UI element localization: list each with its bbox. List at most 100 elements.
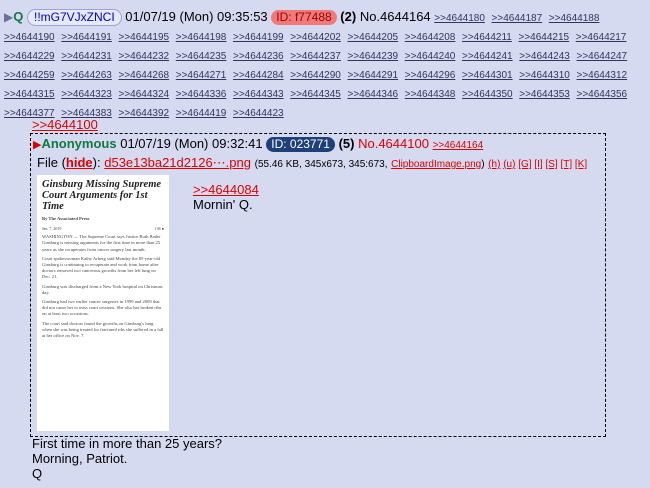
- share-icons: f ✉ ●: [154, 226, 164, 232]
- backlink[interactable]: >>4644240: [405, 51, 456, 62]
- post-signature: Q: [32, 466, 43, 481]
- article-paragraph: Court spokeswoman Kathy Arberg said Mond…: [42, 255, 161, 280]
- file-thumbnail[interactable]: Ginsburg Missing Supreme Court Arguments…: [37, 175, 169, 431]
- file-tools: (h) (u) [G] [I] [S] [T] [K]: [488, 159, 587, 170]
- reply-count: (5): [338, 136, 355, 151]
- backlink[interactable]: >>4644190: [4, 32, 55, 43]
- reply-count: (2): [340, 9, 357, 24]
- post-number[interactable]: No.4644164: [360, 9, 431, 24]
- original-filename-link[interactable]: ClipboardImage.png: [391, 159, 481, 170]
- poster-name: Anonymous: [41, 136, 117, 151]
- file-tool-link[interactable]: [S]: [545, 159, 557, 170]
- backlink[interactable]: >>4644241: [462, 51, 513, 62]
- post-number[interactable]: No.4644100: [358, 136, 429, 151]
- file-tool-link[interactable]: (h): [488, 159, 500, 170]
- backlink[interactable]: >>4644231: [61, 51, 112, 62]
- quoted-post-text: Mornin' Q.: [193, 197, 253, 212]
- tripcode-badge[interactable]: !!mG7VJxZNCI: [26, 9, 122, 26]
- backlink[interactable]: >>4644232: [119, 51, 170, 62]
- backlink[interactable]: >>4644423: [233, 108, 284, 119]
- backlink[interactable]: >>4644356: [577, 89, 628, 100]
- backlink[interactable]: >>4644323: [61, 89, 112, 100]
- backlink[interactable]: >>4644237: [290, 51, 341, 62]
- backlink[interactable]: >>4644284: [233, 70, 284, 81]
- article-date: Jan. 7, 2019: [42, 226, 62, 232]
- backlink[interactable]: >>4644348: [405, 89, 456, 100]
- file-tool-link[interactable]: [G]: [518, 159, 531, 170]
- poster-name: Q: [13, 9, 24, 24]
- article-paragraph: The court said doctors found the growths…: [42, 320, 164, 339]
- backlink[interactable]: >>4644205: [348, 32, 399, 43]
- backlink[interactable]: >>4644239: [348, 51, 399, 62]
- backlink[interactable]: >>4644291: [348, 70, 399, 81]
- file-meta: (55.46 KB, 345x673, 345:673,: [254, 159, 388, 170]
- backlink[interactable]: >>4644263: [61, 70, 112, 81]
- file-tool-link[interactable]: [T]: [560, 159, 572, 170]
- backlink[interactable]: >>4644211: [462, 32, 512, 43]
- backlink[interactable]: >>4644310: [519, 70, 570, 81]
- backlink[interactable]: >>4644217: [576, 32, 627, 43]
- article-paragraph: Ginsburg had two earlier cancer surgerie…: [42, 299, 162, 317]
- backlink[interactable]: >>4644202: [290, 32, 341, 43]
- backlink[interactable]: >>4644345: [290, 89, 341, 100]
- post-menu-arrow-icon[interactable]: ▶: [4, 10, 13, 24]
- backlink[interactable]: >>4644198: [176, 32, 227, 43]
- post-datetime: 01/07/19 (Mon) 09:35:53: [125, 9, 268, 24]
- reply-link[interactable]: >>4644084: [193, 182, 259, 197]
- article-byline: By The Associated Press: [42, 216, 90, 221]
- backlink[interactable]: >>4644290: [290, 70, 341, 81]
- backlink[interactable]: >>4644336: [176, 89, 227, 100]
- backlink[interactable]: >>4644191: [61, 32, 112, 43]
- post-body: First time in more than 25 years? Mornin…: [32, 436, 222, 481]
- quoted-post-body: >>4644084 Mornin' Q.: [193, 182, 259, 212]
- backlink[interactable]: >>4644247: [577, 51, 628, 62]
- backlink[interactable]: >>4644229: [4, 51, 55, 62]
- backlink[interactable]: >>4644215: [519, 32, 570, 43]
- backlink[interactable]: >>4644343: [233, 89, 284, 100]
- file-tool-link[interactable]: (u): [503, 159, 515, 170]
- backlink[interactable]: >>4644324: [119, 89, 170, 100]
- quoted-post-header: ▶Anonymous 01/07/19 (Mon) 09:32:41 ID: 0…: [33, 136, 486, 152]
- article-paragraph: Ginsburg was discharged from a New York …: [42, 283, 163, 295]
- post-body-line: Morning, Patriot.: [32, 451, 128, 466]
- backlink[interactable]: >>4644419: [176, 108, 227, 119]
- article-meta: Jan. 7, 2019 f ✉ ●: [37, 222, 169, 231]
- backlink[interactable]: >>4644392: [119, 108, 170, 119]
- backlink[interactable]: >>4644236: [233, 51, 284, 62]
- backlink[interactable]: >>4644353: [519, 89, 570, 100]
- backlink[interactable]: >>4644195: [119, 32, 170, 43]
- file-tool-link[interactable]: [I]: [534, 159, 542, 170]
- backlink[interactable]: >>4644315: [4, 89, 55, 100]
- backlink[interactable]: >>4644188: [549, 13, 600, 24]
- backlink[interactable]: >>4644180: [434, 13, 485, 24]
- backlink[interactable]: >>4644271: [176, 70, 227, 81]
- hide-file-link[interactable]: hide: [66, 155, 93, 170]
- backlink[interactable]: >>4644243: [519, 51, 570, 62]
- article-paragraph: WASHINGTON — The Supreme Court says Just…: [42, 234, 161, 252]
- quoted-post-preview: ▶Anonymous 01/07/19 (Mon) 09:32:41 ID: 0…: [30, 133, 606, 437]
- backlink[interactable]: >>4644235: [176, 51, 227, 62]
- backlink[interactable]: >>4644208: [405, 32, 456, 43]
- poster-id-badge[interactable]: ID: f77488: [271, 10, 337, 25]
- backlink[interactable]: >>4644346: [348, 89, 399, 100]
- post-datetime: 01/07/19 (Mon) 09:32:41: [120, 136, 263, 151]
- backlink[interactable]: >>4644312: [577, 70, 628, 81]
- backlink[interactable]: >>4644187: [492, 13, 543, 24]
- backlink[interactable]: >>4644296: [405, 70, 456, 81]
- file-label: File: [37, 155, 58, 170]
- article-headline: Ginsburg Missing Supreme Court Arguments…: [42, 179, 162, 212]
- quote-link[interactable]: >>4644100: [32, 117, 98, 132]
- backlink[interactable]: >>4644301: [462, 70, 513, 81]
- backlink[interactable]: >>4644199: [233, 32, 284, 43]
- post-header: ▶Q !!mG7VJxZNCI 01/07/19 (Mon) 09:35:53 …: [4, 8, 646, 122]
- article-body: WASHINGTON — The Supreme Court says Just…: [37, 231, 169, 339]
- backlink[interactable]: >>4644259: [4, 70, 55, 81]
- poster-id-badge[interactable]: ID: 023771: [266, 137, 335, 152]
- post-body-line: First time in more than 25 years?: [32, 436, 223, 451]
- backlink[interactable]: >>4644268: [119, 70, 170, 81]
- backlink[interactable]: >>4644164: [433, 140, 484, 151]
- file-name-link[interactable]: d53e13ba21d2126⋯.png: [104, 155, 251, 170]
- file-info: File (hide): d53e13ba21d2126⋯.png (55.46…: [37, 155, 588, 170]
- file-tool-link[interactable]: [K]: [575, 159, 587, 170]
- backlink[interactable]: >>4644350: [462, 89, 513, 100]
